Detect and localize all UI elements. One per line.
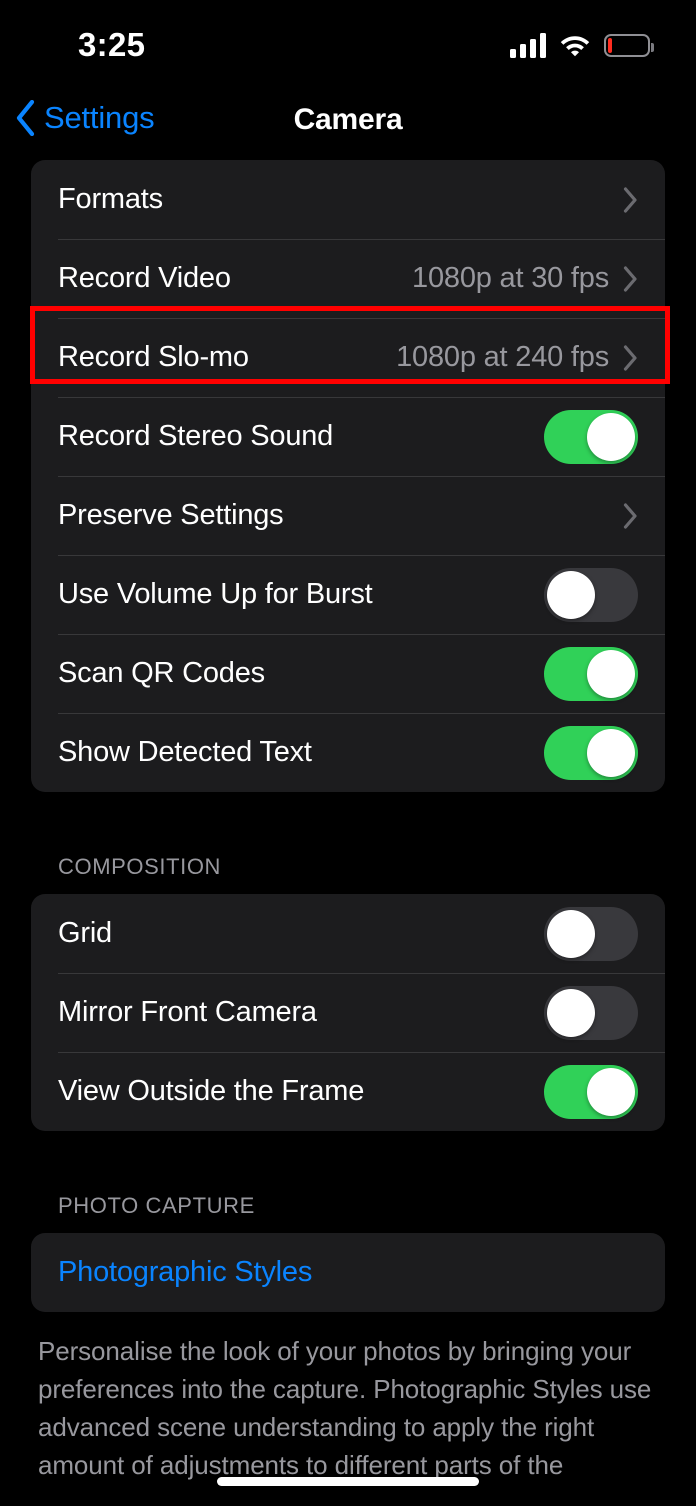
chevron-right-icon [623,344,638,371]
status-bar-time: 3:25 [78,26,146,63]
row-label: Record Stereo Sound [58,420,334,452]
toggle-mirror-front-camera[interactable] [544,985,638,1040]
row-scan-qr-codes[interactable]: Scan QR Codes [31,634,665,713]
row-label: Preserve Settings [58,499,284,531]
row-view-outside-the-frame[interactable]: View Outside the Frame [31,1052,665,1131]
chevron-right-icon [623,265,638,292]
settings-group-composition: Grid Mirror Front Camera View Outside th… [31,894,665,1131]
home-indicator[interactable] [217,1477,479,1486]
photo-capture-footer-note: Personalise the look of your photos by b… [38,1336,652,1480]
row-formats[interactable]: Formats [31,160,665,239]
toggle-grid[interactable] [544,906,638,961]
row-value: 1080p at 240 fps [396,341,609,373]
toggle-use-volume-up-for-burst[interactable] [544,567,638,622]
row-show-detected-text[interactable]: Show Detected Text [31,713,665,792]
page-title: Camera [293,103,403,136]
settings-group-video: Formats Record Video 1080p at 30 fps Rec… [31,160,665,792]
toggle-record-stereo-sound[interactable] [544,409,638,464]
status-bar: 3:25 [0,0,696,92]
toggle-show-detected-text[interactable] [544,725,638,780]
row-record-slo-mo[interactable]: Record Slo-mo 1080p at 240 fps [31,318,665,397]
battery-low-icon [604,33,654,57]
row-photographic-styles[interactable]: Photographic Styles [31,1233,665,1312]
section-header-photo-capture: PHOTO CAPTURE [58,1193,255,1218]
wifi-icon [559,33,591,57]
iphone-screen: 3:25 Settings Camera Formats Record Vide… [0,0,696,1506]
chevron-right-icon [623,502,638,529]
row-label: Record Video [58,262,231,294]
row-value: 1080p at 30 fps [412,262,609,294]
row-label: Use Volume Up for Burst [58,578,373,610]
toggle-scan-qr-codes[interactable] [544,646,638,701]
section-header-composition: COMPOSITION [58,854,222,879]
row-label: Record Slo-mo [58,341,249,373]
settings-scroll-view[interactable]: Formats Record Video 1080p at 30 fps Rec… [0,160,696,1506]
row-label: Grid [58,917,112,949]
row-mirror-front-camera[interactable]: Mirror Front Camera [31,973,665,1052]
status-bar-indicators [510,32,654,58]
row-label: Mirror Front Camera [58,996,317,1028]
row-label: Formats [58,183,163,215]
row-label: Show Detected Text [58,736,312,768]
row-use-volume-up-for-burst[interactable]: Use Volume Up for Burst [31,555,665,634]
toggle-view-outside-the-frame[interactable] [544,1064,638,1119]
row-record-video[interactable]: Record Video 1080p at 30 fps [31,239,665,318]
row-label: Photographic Styles [58,1256,313,1288]
row-label: Scan QR Codes [58,657,265,689]
row-grid[interactable]: Grid [31,894,665,973]
row-preserve-settings[interactable]: Preserve Settings [31,476,665,555]
settings-group-photo-capture: Photographic Styles [31,1233,665,1312]
navigation-bar: Settings Camera [0,92,696,160]
chevron-right-icon [623,186,638,213]
row-label: View Outside the Frame [58,1075,365,1107]
row-record-stereo-sound[interactable]: Record Stereo Sound [31,397,665,476]
cellular-signal-icon [510,32,546,58]
